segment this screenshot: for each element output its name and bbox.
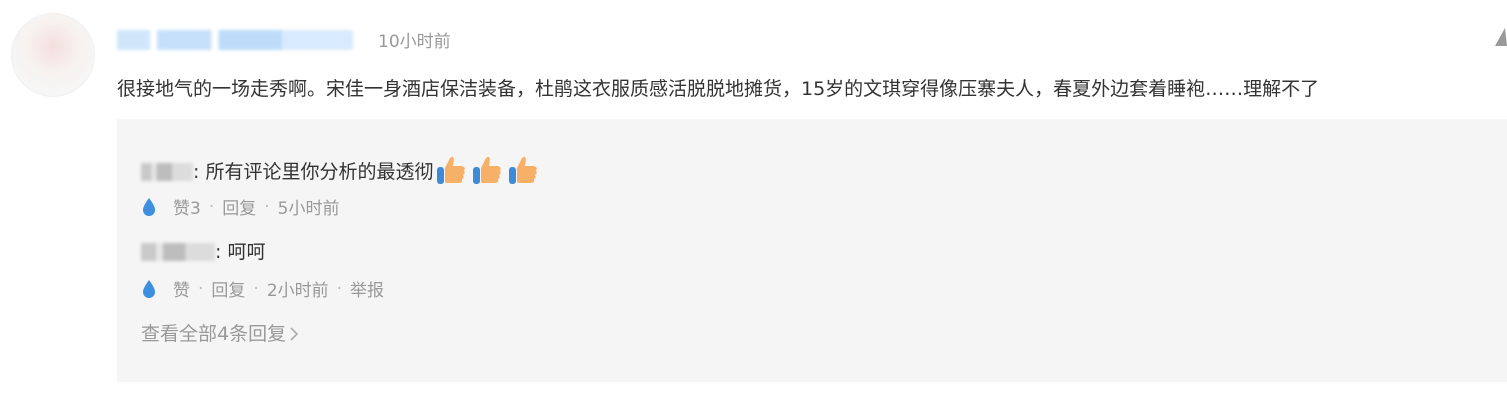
comment-time: 10小时前	[378, 32, 451, 52]
comment-username[interactable]	[117, 30, 353, 50]
reply-time: 5小时前	[277, 199, 340, 219]
chevron-right-icon	[290, 327, 299, 341]
reply-item: : 所有评论里你分析的最透彻	[141, 154, 543, 191]
thumbs-up-icon	[473, 156, 502, 184]
thumbs-up-icon	[509, 156, 538, 184]
reply-text: 所有评论里你分析的最透彻	[205, 161, 434, 183]
separator-dot: ·	[253, 278, 259, 299]
separator-dot: ·	[264, 196, 270, 217]
reply-item: : 呵呵	[141, 237, 265, 264]
reply-meta: 赞 · 回复 · 2小时前 · 举报	[141, 276, 384, 301]
reply-username[interactable]	[141, 163, 193, 181]
like-drop-icon[interactable]	[141, 279, 157, 299]
like-button[interactable]: 赞3	[173, 194, 201, 219]
report-button[interactable]: 举报	[350, 276, 384, 301]
thumbs-up-icon	[437, 156, 466, 184]
reply-separator: :	[193, 161, 200, 183]
separator-dot: ·	[198, 278, 204, 299]
view-all-replies-link[interactable]: 查看全部4条回复	[141, 319, 299, 346]
reply-username[interactable]	[141, 243, 215, 261]
reply-emoji	[435, 154, 543, 191]
separator-dot: ·	[336, 278, 343, 299]
separator-dot: ·	[208, 196, 215, 217]
comment-avatar[interactable]	[11, 13, 95, 97]
reply-button[interactable]: 回复	[222, 194, 256, 219]
reply-text: 呵呵	[227, 241, 266, 263]
reply-time: 2小时前	[266, 281, 329, 301]
view-all-label: 查看全部4条回复	[141, 323, 287, 345]
more-menu-icon[interactable]	[1495, 28, 1507, 46]
reply-separator: :	[215, 241, 222, 263]
like-button[interactable]: 赞	[173, 276, 190, 301]
reply-meta: 赞3 · 回复 · 5小时前	[141, 194, 339, 219]
comment-text: 很接地气的一场走秀啊。宋佳一身酒店保洁装备，杜鹃这衣服质感活脱脱地摊货，15岁的…	[117, 78, 1320, 100]
reply-button[interactable]: 回复	[211, 276, 245, 301]
like-drop-icon[interactable]	[141, 197, 157, 217]
reply-box: : 所有评论里你分析的最透彻 赞3 · 回复 · 5小时前 : 呵呵 赞 · 回…	[117, 119, 1507, 382]
